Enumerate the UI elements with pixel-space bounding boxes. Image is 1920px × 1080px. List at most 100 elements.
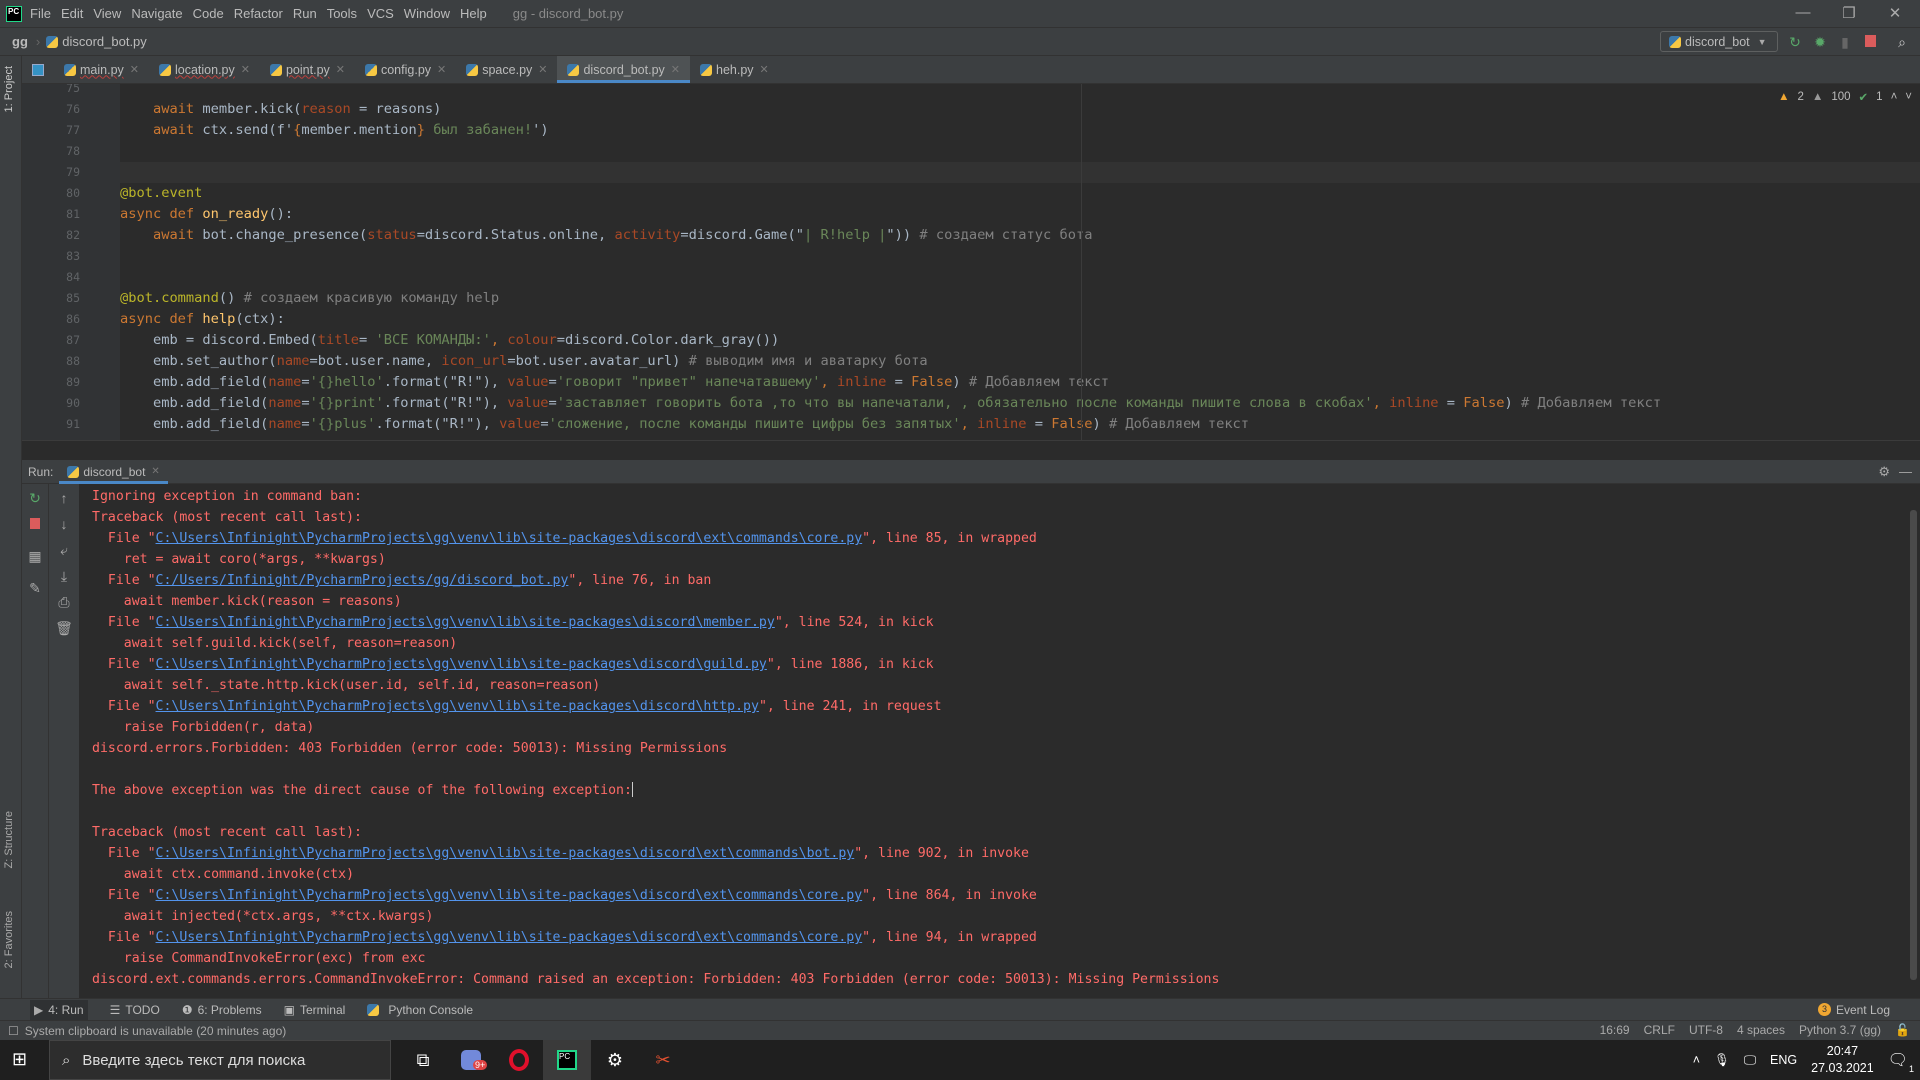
traceback-file-link[interactable]: C:\Users\Infinight\PycharmProjects\gg\ve… <box>156 699 759 714</box>
tab-location[interactable]: location.py ✕ <box>149 56 260 83</box>
close-icon[interactable]: ✕ <box>1872 4 1918 22</box>
discord-app-icon[interactable]: 9+ <box>447 1040 495 1080</box>
code-line[interactable]: emb.add_field(name='{}hello'.format("R!"… <box>120 372 1109 393</box>
tab-main[interactable]: main.py ✕ <box>54 56 149 83</box>
tab-close-icon[interactable]: ✕ <box>671 63 680 76</box>
settings-app-icon[interactable]: ⚙ <box>591 1040 639 1080</box>
traceback-file-link[interactable]: C:\Users\Infinight\PycharmProjects\gg\ve… <box>156 888 863 903</box>
tool-tab-run[interactable]: ▶ 4: Run <box>30 999 88 1020</box>
opera-app-icon[interactable] <box>495 1040 543 1080</box>
tool-tab-terminal[interactable]: ▣ Terminal <box>284 1003 346 1017</box>
code-line[interactable]: await member.kick(reason = reasons) <box>120 99 441 120</box>
stop-icon[interactable] <box>22 516 48 532</box>
language-indicator[interactable]: ENG <box>1770 1053 1797 1067</box>
hide-panel-icon[interactable]: — <box>1899 464 1912 479</box>
tab-close-icon[interactable]: ✕ <box>130 63 139 76</box>
show-hidden-icons[interactable]: ˄ <box>1693 1053 1700 1067</box>
breadcrumb-file[interactable]: discord_bot.py <box>62 34 147 49</box>
arrow-down-icon[interactable]: ↓ <box>49 516 79 532</box>
notifications-icon[interactable]: 🗨 1 <box>1888 1050 1914 1074</box>
structure-tool-button[interactable]: Z: Structure <box>3 811 15 868</box>
run-configuration-dropdown[interactable]: discord_bot ▼ <box>1660 31 1778 52</box>
status-message[interactable]: System clipboard is unavailable (20 minu… <box>25 1024 286 1038</box>
file-encoding[interactable]: UTF-8 <box>1689 1023 1723 1037</box>
code-line[interactable]: emb.set_author(name=bot.user.name, icon_… <box>120 351 928 372</box>
console-scrollbar[interactable] <box>1910 510 1917 980</box>
clock[interactable]: 20:47 27.03.2021 <box>1811 1043 1874 1077</box>
indent-setting[interactable]: 4 spaces <box>1737 1023 1785 1037</box>
restore-icon[interactable]: ❐ <box>1826 4 1872 22</box>
network-icon[interactable]: 🖵 <box>1744 1053 1756 1068</box>
code-line[interactable]: @bot.event <box>120 183 202 204</box>
code-line[interactable]: await bot.change_presence(status=discord… <box>120 225 1092 246</box>
menu-refactor[interactable]: Refactor <box>234 6 283 21</box>
run-console-output[interactable]: Ignoring exception in command ban: Traceb… <box>79 484 1905 998</box>
rerun-icon[interactable]: ↻ <box>22 490 48 507</box>
stop-icon[interactable] <box>1862 34 1878 50</box>
panel-splitter[interactable] <box>22 440 1920 460</box>
scroll-to-end-icon[interactable]: ⤓ <box>49 568 79 585</box>
snipping-tool-icon[interactable]: ✂ <box>639 1040 687 1080</box>
soft-wrap-icon[interactable]: ⤶ <box>49 542 79 559</box>
traceback-file-link[interactable]: C:\Users\Infinight\PycharmProjects\gg\ve… <box>156 846 855 861</box>
task-view-icon[interactable]: ⧉ <box>399 1040 447 1080</box>
rerun-icon[interactable]: ↻ <box>1787 34 1803 50</box>
menu-code[interactable]: Code <box>193 6 224 21</box>
tool-tab-todo[interactable]: ☰ TODO <box>110 1003 160 1017</box>
tab-heh[interactable]: heh.py ✕ <box>690 56 779 83</box>
caret-position[interactable]: 16:69 <box>1600 1023 1630 1037</box>
code-editor[interactable]: 75 76 77 78 79 80 81 82 83 84 85 86 87 88 89 90 91 await… <box>22 84 1920 440</box>
code-line[interactable]: async def on_ready(): <box>120 204 293 225</box>
menu-file[interactable]: File <box>30 6 51 21</box>
traceback-file-link[interactable]: C:\Users\Infinight\PycharmProjects\gg\ve… <box>156 615 775 630</box>
code-line[interactable]: emb.add_field(name='{}plus'.format("R!")… <box>120 414 1249 435</box>
attach-debugger-icon[interactable]: ▮ <box>1837 34 1853 50</box>
favorites-tool-button[interactable]: 2: Favorites <box>3 911 15 968</box>
menu-view[interactable]: View <box>93 6 121 21</box>
windows-start-icon[interactable]: ⊞ <box>12 1049 27 1070</box>
menu-window[interactable]: Window <box>404 6 450 21</box>
structure-view-icon[interactable] <box>22 56 54 83</box>
search-icon[interactable]: ⌕ <box>1894 34 1910 50</box>
inspection-widget[interactable]: ▲ 2 ▲ 100 ✔ 1 ˄ ˅ <box>1778 90 1912 104</box>
code-line[interactable]: async def help(ctx): <box>120 309 285 330</box>
print-icon[interactable]: ⎙ <box>49 594 79 611</box>
menu-edit[interactable]: Edit <box>61 6 83 21</box>
tab-close-icon[interactable]: ✕ <box>437 63 446 76</box>
breadcrumb-project[interactable]: gg <box>12 34 28 49</box>
tab-close-icon[interactable]: ✕ <box>538 63 547 76</box>
debug-icon[interactable]: ✹ <box>1812 34 1828 50</box>
code-line[interactable]: emb.add_field(name='{}print'.format("R!"… <box>120 393 1661 414</box>
taskbar-search-box[interactable]: ⌕ Введите здесь текст для поиска <box>49 1040 391 1080</box>
menu-navigate[interactable]: Navigate <box>131 6 182 21</box>
code-line[interactable]: await ctx.send(f'{member.mention} был за… <box>120 120 549 141</box>
menu-help[interactable]: Help <box>460 6 487 21</box>
menu-run[interactable]: Run <box>293 6 317 21</box>
traceback-file-link[interactable]: C:\Users\Infinight\PycharmProjects\gg\ve… <box>156 930 863 945</box>
tab-config[interactable]: config.py ✕ <box>355 56 456 83</box>
tab-point[interactable]: point.py ✕ <box>260 56 355 83</box>
gear-icon[interactable]: ⚙ <box>1878 464 1890 480</box>
event-log-button[interactable]: 3 Event Log <box>1817 1003 1890 1017</box>
tool-tab-python-console[interactable]: Python Console <box>367 1003 473 1017</box>
layout-icon[interactable]: ▦ <box>22 548 48 565</box>
tool-tab-problems[interactable]: ❶ 6: Problems <box>182 1003 262 1017</box>
tab-close-icon[interactable]: ✕ <box>336 63 345 76</box>
code-line[interactable]: emb = discord.Embed(title= 'ВСЕ КОМАНДЫ:… <box>120 330 779 351</box>
previous-highlight-icon[interactable]: ˄ <box>1891 91 1898 103</box>
arrow-up-icon[interactable]: ↑ <box>49 490 79 506</box>
menu-vcs[interactable]: VCS <box>367 6 394 21</box>
tab-space[interactable]: space.py ✕ <box>456 56 557 83</box>
python-interpreter[interactable]: Python 3.7 (gg) <box>1799 1023 1881 1037</box>
traceback-file-link[interactable]: C:\Users\Infinight\PycharmProjects\gg\ve… <box>156 531 863 546</box>
run-tab-close-icon[interactable]: ✕ <box>151 466 159 477</box>
run-tab-discord-bot[interactable]: discord_bot ✕ <box>59 460 168 484</box>
menu-tools[interactable]: Tools <box>327 6 357 21</box>
pycharm-app-icon[interactable]: PC <box>543 1040 591 1080</box>
trash-icon[interactable]: 🗑 <box>49 620 79 637</box>
tab-close-icon[interactable]: ✕ <box>241 63 250 76</box>
tab-close-icon[interactable]: ✕ <box>760 63 769 76</box>
project-tool-button[interactable]: 1: Project <box>3 66 15 112</box>
tab-discord-bot[interactable]: discord_bot.py ✕ <box>557 56 691 83</box>
code-line[interactable]: @bot.command() # создаем красивую команд… <box>120 288 499 309</box>
